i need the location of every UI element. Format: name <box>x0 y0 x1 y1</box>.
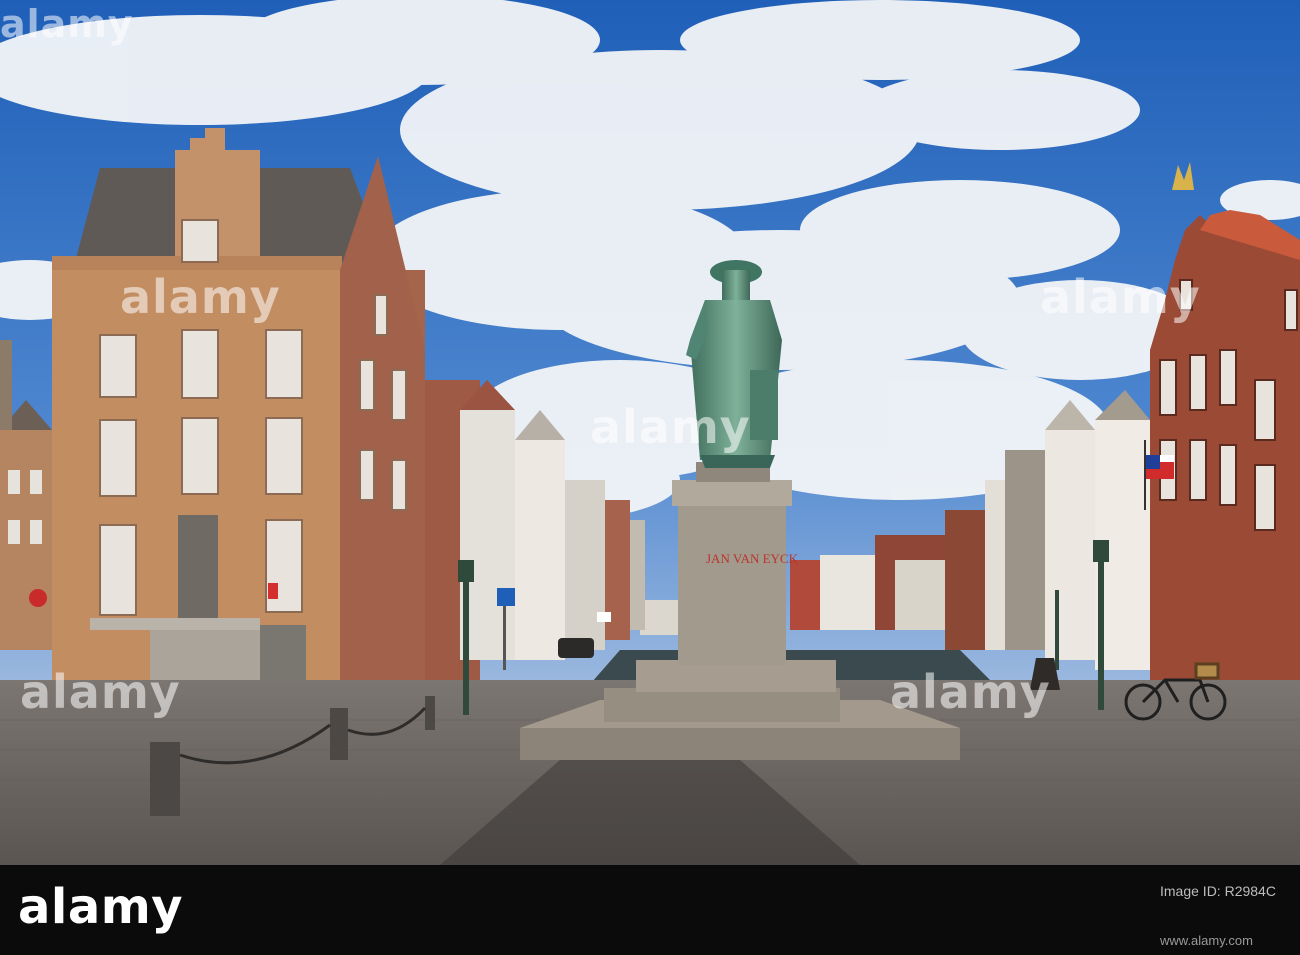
bruges-square-scene: JAN VAN EYCK <box>0 0 1300 865</box>
corner-brick-building <box>52 128 425 690</box>
statue-inscription: JAN VAN EYCK <box>706 551 799 566</box>
image-id-label: Image ID: R2984C <box>1160 883 1276 899</box>
parked-car <box>558 638 594 658</box>
image-id-block: Image ID: R2984C <box>1160 883 1276 899</box>
alamy-logo-text: alamy <box>18 879 184 935</box>
photograph: JAN VAN EYCK alamy alamy alamy alamy ala… <box>0 0 1300 865</box>
stock-footer-bar: alamy Image ID: R2984C www.alamy.com <box>0 865 1300 955</box>
site-url[interactable]: www.alamy.com <box>1160 933 1253 948</box>
alamy-logo[interactable]: alamy <box>18 879 183 935</box>
